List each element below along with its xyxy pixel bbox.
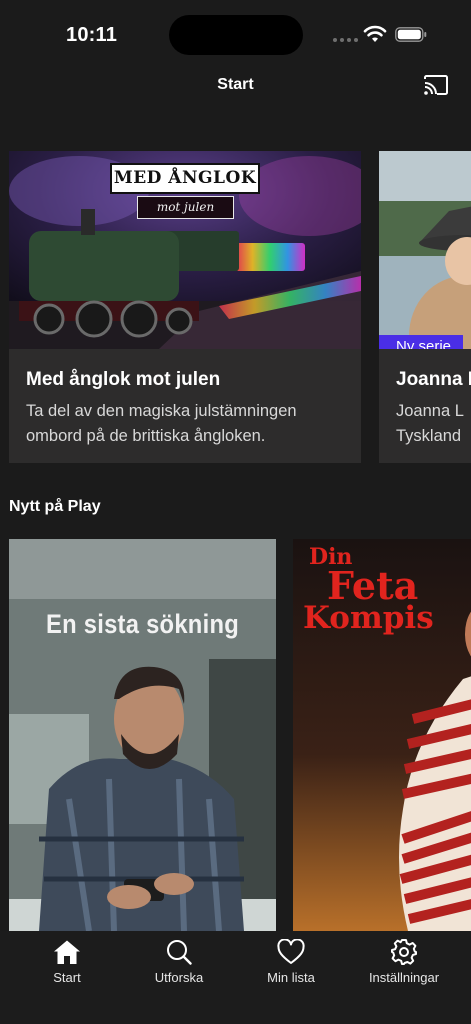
gear-icon	[391, 939, 417, 965]
section-title: Nytt på Play	[9, 498, 101, 515]
featured-image: Ny serie	[379, 151, 471, 349]
poster-image-man-office	[9, 539, 276, 931]
poster-title: En sista sökning	[45, 609, 240, 639]
status-time: 10:11	[66, 24, 118, 46]
poster-title: Din Feta Kompis	[303, 546, 471, 634]
featured-title: Joanna L	[396, 369, 471, 390]
featured-image: MED ÅNGLOK mot julen	[9, 151, 361, 349]
featured-logo-title: MED ÅNGLOK	[110, 163, 260, 194]
search-icon	[167, 940, 192, 965]
featured-logo-subtitle: mot julen	[137, 196, 234, 219]
poster-carousel[interactable]: En sista sökning Din Feta Kompis	[9, 539, 471, 931]
tab-bar: Start Utforska Min lista Inställningar	[0, 931, 471, 1024]
tab-my-list[interactable]: Min lista	[232, 939, 350, 999]
page-title: Start	[217, 76, 254, 93]
tab-label: Start	[53, 970, 81, 985]
featured-description: Ta del av den magiska julstämningen ombo…	[26, 402, 297, 445]
woman-with-hat-photo	[379, 151, 471, 349]
tab-settings[interactable]: Inställningar	[345, 939, 463, 999]
new-series-badge: Ny serie	[379, 335, 463, 349]
dynamic-island	[169, 15, 303, 55]
status-bar: 10:11	[0, 0, 471, 70]
featured-description: Joanna L Tyskland	[396, 402, 464, 445]
tab-label: Utforska	[154, 970, 204, 985]
home-icon	[54, 940, 80, 964]
poster-title-line: Feta	[327, 562, 419, 608]
poster-card[interactable]: Din Feta Kompis	[293, 539, 471, 931]
cellular-signal-icon	[333, 38, 358, 42]
heart-icon	[277, 939, 305, 964]
tab-label: Inställningar	[368, 970, 440, 985]
app-screen: 10:11 Start MED ÅNGLOK mot julen Med ång…	[0, 0, 471, 1024]
battery-icon	[395, 27, 427, 42]
cast-icon[interactable]	[422, 73, 450, 97]
featured-title: Med ånglok mot julen	[26, 369, 221, 390]
featured-carousel[interactable]: MED ÅNGLOK mot julen Med ånglok mot jule…	[9, 151, 471, 463]
poster-card[interactable]: En sista sökning	[9, 539, 276, 931]
tab-start[interactable]: Start	[8, 939, 126, 999]
poster-title-line: Kompis	[303, 599, 434, 636]
wifi-icon	[363, 25, 387, 42]
tab-label: Min lista	[267, 970, 315, 985]
featured-card[interactable]: MED ÅNGLOK mot julen Med ånglok mot jule…	[9, 151, 361, 463]
tab-explore[interactable]: Utforska	[120, 939, 238, 999]
featured-card[interactable]: Ny serie Joanna L Joanna L Tyskland	[379, 151, 471, 463]
